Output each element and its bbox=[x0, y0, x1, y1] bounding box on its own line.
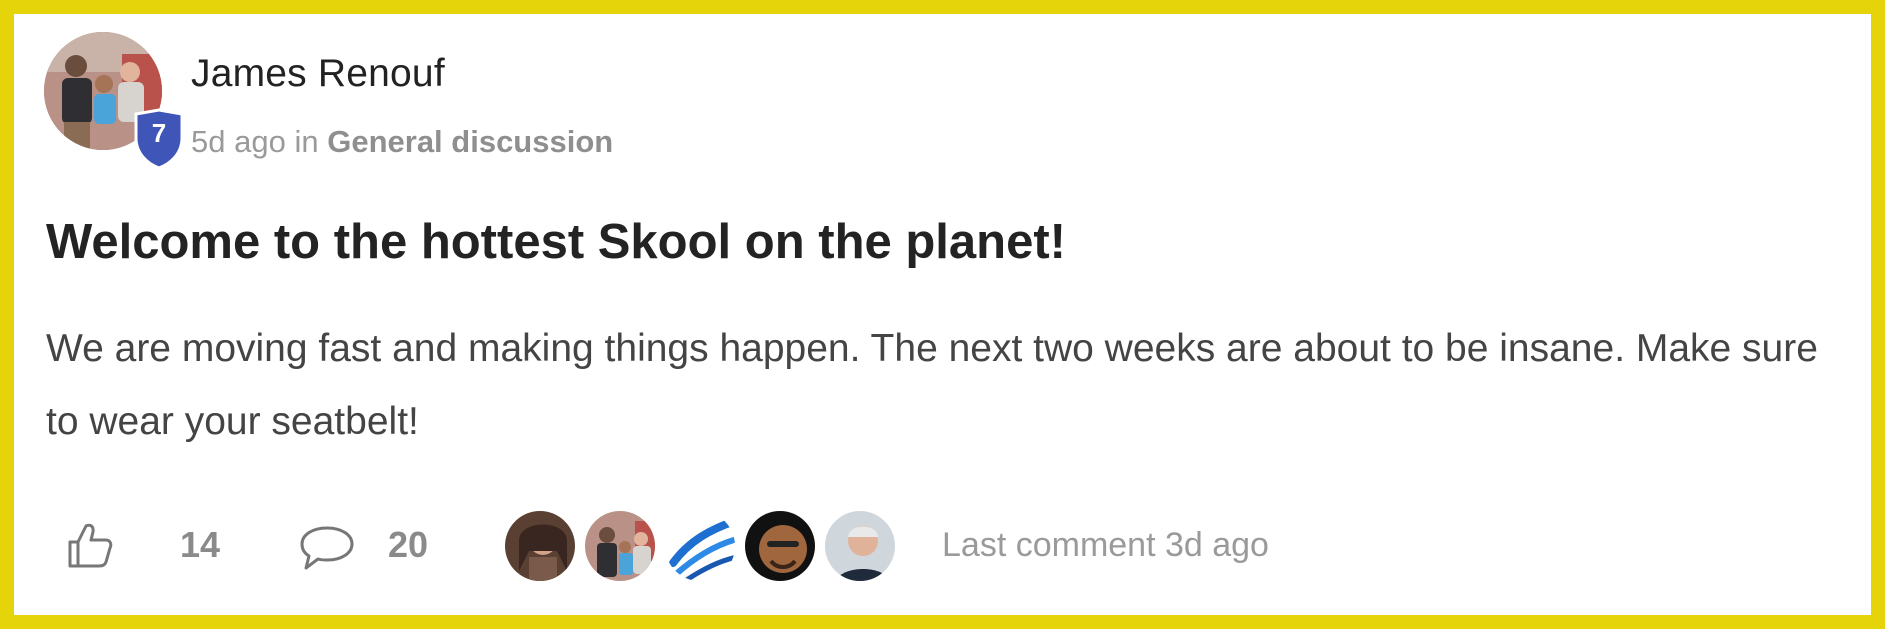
post-category-link[interactable]: General discussion bbox=[327, 124, 613, 159]
commenter-photo bbox=[585, 511, 655, 581]
post-time: 5d ago bbox=[191, 124, 286, 159]
commenter-photo bbox=[505, 511, 575, 581]
comment-icon bbox=[300, 526, 354, 570]
commenter-avatar[interactable] bbox=[582, 508, 658, 584]
last-comment-text: Last comment 3d ago bbox=[942, 526, 1269, 564]
commenter-photo bbox=[745, 511, 815, 581]
author-avatar-wrap[interactable]: 7 bbox=[44, 32, 184, 170]
comment-count: 20 bbox=[388, 524, 429, 565]
like-button[interactable] bbox=[64, 520, 114, 570]
commenter-photo bbox=[825, 511, 895, 581]
commenter-avatar[interactable] bbox=[742, 508, 818, 584]
post-card[interactable]: 7 James Renouf 5d ago in General discuss… bbox=[14, 14, 1871, 615]
comment-button[interactable] bbox=[298, 522, 356, 572]
author-name[interactable]: James Renouf bbox=[191, 52, 445, 96]
post-title[interactable]: Welcome to the hottest Skool on the plan… bbox=[46, 214, 1066, 270]
post-meta: 5d ago in General discussion bbox=[191, 124, 613, 160]
post-in-word: in bbox=[294, 124, 319, 159]
like-count: 14 bbox=[180, 524, 221, 565]
post-body: We are moving fast and making things hap… bbox=[46, 327, 1818, 443]
commenter-avatar[interactable] bbox=[502, 508, 578, 584]
commenter-avatar[interactable] bbox=[662, 508, 738, 584]
commenter-avatar[interactable] bbox=[822, 508, 898, 584]
commenter-logo bbox=[665, 511, 735, 581]
like-icon bbox=[68, 523, 113, 568]
level-badge: 7 bbox=[132, 108, 186, 170]
post-actions: 14 20 Last comment 3d ago bbox=[46, 508, 1846, 584]
level-number: 7 bbox=[151, 118, 167, 148]
